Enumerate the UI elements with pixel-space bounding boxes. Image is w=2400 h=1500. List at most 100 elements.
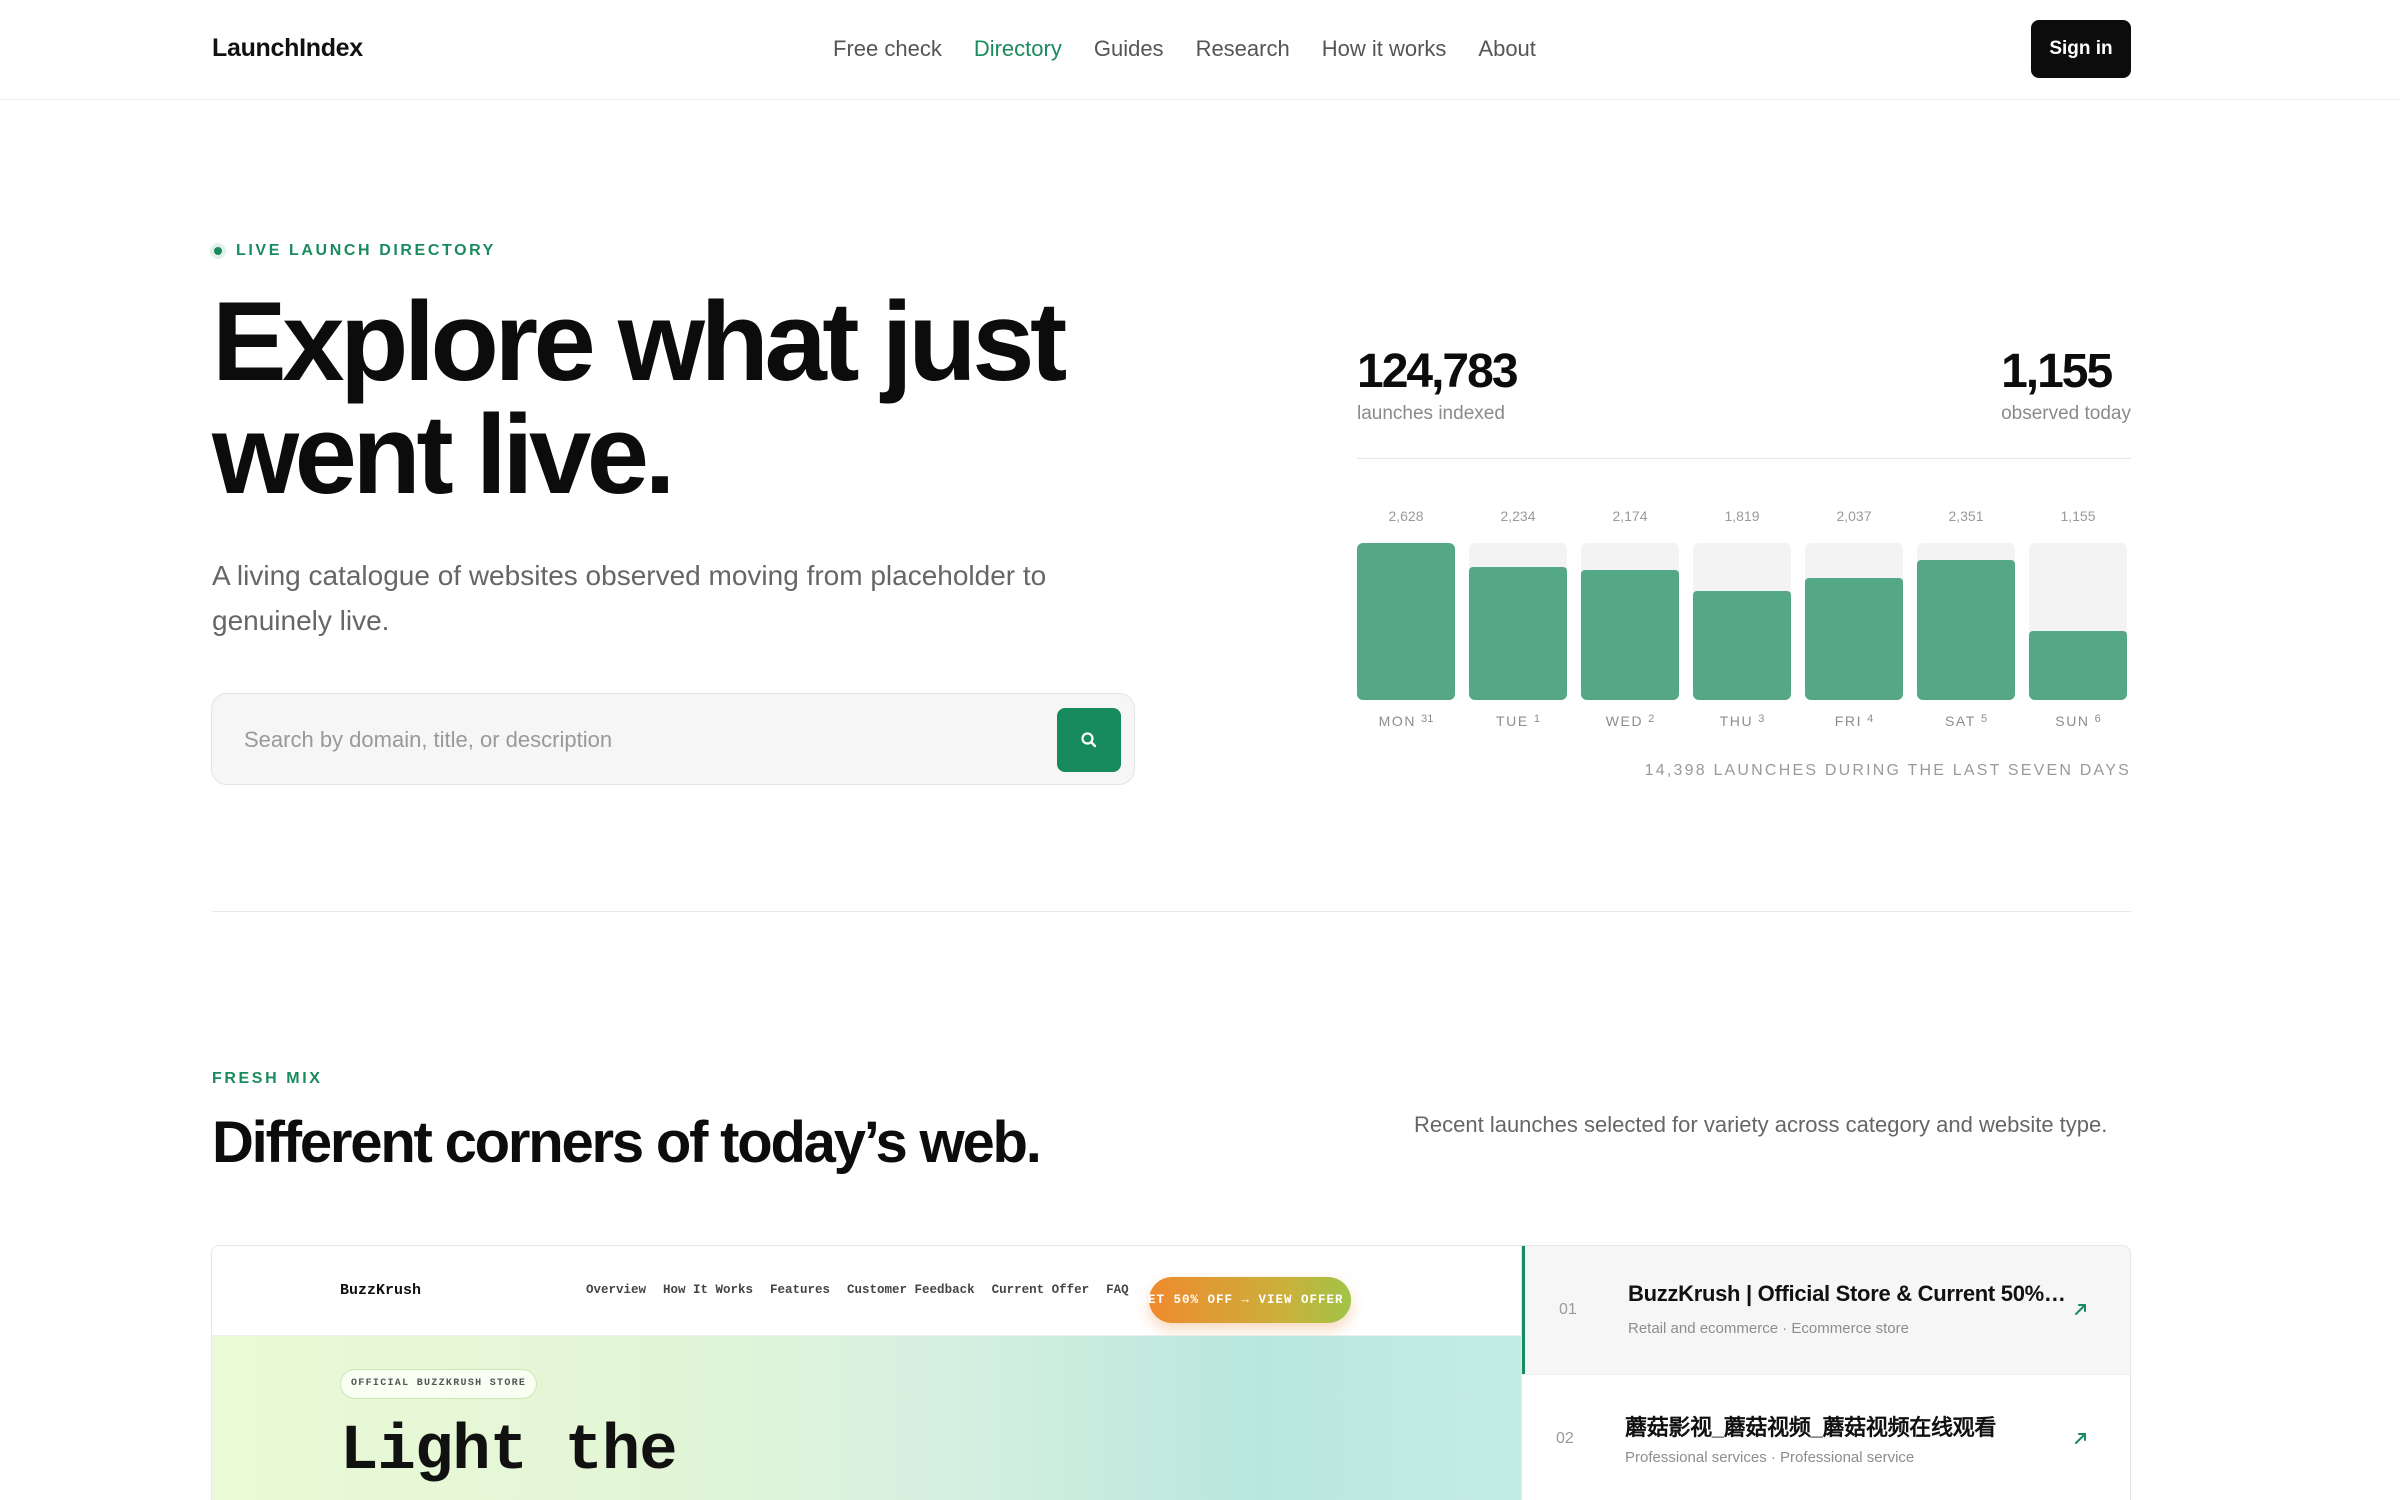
bar-track — [1581, 543, 1679, 700]
chart-bar-tue: 2,234 TUE 1 — [1469, 500, 1567, 740]
bar-day-label: MON 31 — [1378, 713, 1434, 729]
list-item-meta: Professional services · Professional ser… — [1625, 1449, 1915, 1466]
bar-date-label: 4 — [1867, 713, 1874, 725]
list-item[interactable]: 01 BuzzKrush | Official Store & Current … — [1522, 1246, 2130, 1374]
nav-guides[interactable]: Guides — [1094, 36, 1164, 62]
sign-in-button[interactable]: Sign in — [2031, 20, 2131, 78]
weekly-launch-chart: 2,628 MON 31 2,234 TUE 1 2,174 WED 2 1,819 THU 3 2,0… — [1357, 500, 2131, 740]
nav-free-check[interactable]: Free check — [833, 36, 942, 62]
bar-value-label: 2,234 — [1500, 508, 1536, 524]
bar-fill — [2029, 631, 2127, 700]
chart-bar-thu: 1,819 THU 3 — [1693, 500, 1791, 740]
chart-bar-sat: 2,351 SAT 5 — [1917, 500, 2015, 740]
nav-about[interactable]: About — [1478, 36, 1536, 62]
bar-date-label: 3 — [1758, 713, 1765, 725]
bar-fill — [1469, 567, 1567, 700]
bar-track — [1469, 543, 1567, 700]
fresh-mix-eyebrow: FRESH MIX — [212, 1070, 323, 1087]
stat-launches-indexed: 124,783 launches indexed — [1357, 345, 1519, 425]
search-input[interactable] — [244, 722, 1024, 758]
list-item[interactable]: 02 蘑菇影视_蘑菇视频_蘑菇视频在线观看 Professional servi… — [1522, 1374, 2130, 1500]
stat-today-value: 1,155 — [2001, 345, 2113, 398]
website-preview[interactable]: BuzzKrush Overview How It Works Features… — [212, 1246, 1521, 1500]
preview-link: Features — [770, 1283, 831, 1297]
live-dot-icon — [210, 243, 226, 259]
chart-footer: 14,398 LAUNCHES DURING THE LAST SEVEN DA… — [1644, 762, 2131, 779]
fresh-mix-title: Different corners of today’s web. — [212, 1110, 1042, 1175]
external-arrow-icon — [2075, 1433, 2086, 1444]
preview-nav: BuzzKrush Overview How It Works Features… — [212, 1246, 1521, 1336]
search-bar — [211, 693, 1135, 785]
bar-fill — [1917, 560, 2015, 700]
bar-fill — [1581, 570, 1679, 700]
stat-total-value: 124,783 — [1357, 345, 1519, 398]
list-item-number: 02 — [1556, 1430, 1574, 1447]
list-item-meta: Retail and ecommerce · Ecommerce store — [1628, 1320, 1909, 1337]
hero-title: Explore what just went live. — [212, 279, 1067, 517]
chart-bar-sun: 1,155 SUN 6 — [2029, 500, 2127, 740]
brand-logo[interactable]: LaunchIndex — [212, 34, 363, 63]
launch-showcase: BuzzKrush Overview How It Works Features… — [211, 1245, 2131, 1500]
preview-offer-button: GET 50% OFF → VIEW OFFER → — [1139, 1277, 1360, 1323]
bar-date-label: 31 — [1421, 713, 1434, 725]
bar-day-label: TUE 1 — [1496, 713, 1540, 729]
section-divider — [212, 911, 2131, 912]
fresh-mix-description: Recent launches selected for variety acr… — [1414, 1112, 2108, 1137]
stat-total-label: launches indexed — [1357, 403, 1505, 424]
bar-value-label: 1,155 — [2060, 508, 2096, 524]
preview-link: Current Offer — [991, 1283, 1090, 1297]
search-button[interactable] — [1057, 708, 1121, 772]
preview-badge: OFFICIAL BUZZKRUSH STORE — [340, 1369, 538, 1399]
bar-date-label: 5 — [1980, 713, 1988, 725]
nav-research[interactable]: Research — [1196, 36, 1290, 62]
top-nav-bar: LaunchIndex Free check Directory Guides … — [0, 0, 2400, 100]
hero-eyebrow-label: LIVE LAUNCH DIRECTORY — [236, 242, 496, 259]
bar-day-label: FRI 4 — [1834, 713, 1874, 729]
list-item-title: 蘑菇影视_蘑菇视频_蘑菇视频在线观看 — [1625, 1415, 1997, 1440]
preview-link: FAQ — [1106, 1283, 1129, 1297]
bar-date-label: 6 — [2094, 713, 2101, 725]
bar-value-label: 2,628 — [1388, 508, 1424, 524]
preview-hero: OFFICIAL BUZZKRUSH STORE Light the — [212, 1336, 1521, 1500]
preview-link: Customer Feedback — [847, 1283, 975, 1297]
bar-day-label: SAT 5 — [1944, 713, 1988, 729]
nav-directory[interactable]: Directory — [974, 36, 1062, 62]
stat-observed-today: 1,155 observed today — [2001, 347, 2131, 425]
hero-subtitle: A living catalogue of websites observed … — [212, 560, 1047, 636]
stats-divider — [1357, 458, 2131, 459]
preview-brand: BuzzKrush — [340, 1282, 422, 1299]
bar-value-label: 2,174 — [1612, 508, 1648, 524]
preview-link: Overview — [586, 1283, 647, 1297]
bar-value-label: 2,037 — [1836, 508, 1872, 524]
bar-fill — [1693, 591, 1791, 700]
main-nav: Free check Directory Guides Research How… — [833, 36, 1536, 62]
bar-value-label: 1,819 — [1724, 508, 1760, 524]
preview-links: Overview How It Works Features Customer … — [586, 1283, 1129, 1297]
bar-day-label: WED 2 — [1605, 713, 1655, 729]
list-item-title: BuzzKrush | Official Store & Current 50%… — [1628, 1281, 2068, 1306]
bar-day-label: SUN 6 — [2055, 713, 2101, 729]
bar-value-label: 2,351 — [1948, 508, 1984, 524]
bar-fill — [1357, 543, 1455, 700]
bar-track — [1693, 543, 1791, 700]
search-icon — [1081, 732, 1097, 748]
external-arrow-icon — [2075, 1304, 2086, 1315]
bar-fill — [1805, 578, 1903, 700]
preview-headline: Light the — [340, 1416, 678, 1488]
bar-track — [1357, 543, 1455, 700]
nav-how-it-works[interactable]: How it works — [1322, 36, 1447, 62]
bar-date-label: 1 — [1533, 713, 1540, 725]
hero-eyebrow: LIVE LAUNCH DIRECTORY — [210, 242, 496, 260]
bar-track — [2029, 543, 2127, 700]
list-item-number: 01 — [1559, 1301, 1577, 1318]
launch-list: 01 BuzzKrush | Official Store & Current … — [1521, 1246, 2130, 1500]
bar-date-label: 2 — [1648, 713, 1655, 725]
preview-link: How It Works — [663, 1283, 754, 1297]
chart-bar-mon: 2,628 MON 31 — [1357, 500, 1455, 740]
chart-bar-fri: 2,037 FRI 4 — [1805, 500, 1903, 740]
bar-track — [1917, 543, 2015, 700]
bar-track — [1805, 543, 1903, 700]
bar-day-label: THU 3 — [1719, 713, 1765, 729]
chart-bar-wed: 2,174 WED 2 — [1581, 500, 1679, 740]
stat-today-label: observed today — [2001, 403, 2131, 424]
